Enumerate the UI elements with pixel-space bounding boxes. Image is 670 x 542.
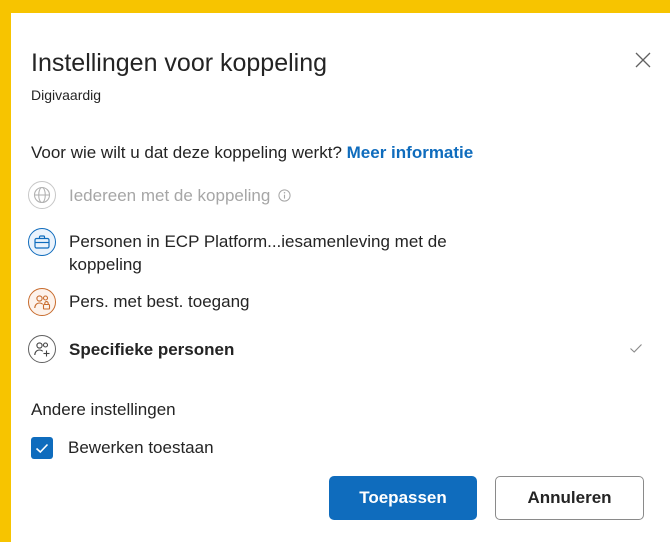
option-everyone-label: Iedereen met de koppeling [69, 186, 271, 205]
globe-icon [28, 181, 56, 209]
more-info-link[interactable]: Meer informatie [347, 143, 474, 162]
option-specific-people[interactable]: Specifieke personen [28, 335, 509, 363]
close-icon [635, 52, 651, 68]
background-window-edge-left [0, 0, 11, 542]
apply-button[interactable]: Toepassen [329, 476, 477, 520]
option-specific-people-label: Specifieke personen [69, 340, 235, 359]
check-icon [35, 443, 49, 454]
dialog-title: Instellingen voor koppeling [31, 49, 328, 77]
option-existing-access-label: Pers. met best. toegang [69, 292, 250, 311]
page-background: Instellingen voor koppeling Digivaardig … [0, 0, 670, 542]
option-organisation[interactable]: Personen in ECP Platform...iesamenleving… [28, 228, 509, 276]
audience-question-text: Voor wie wilt u dat deze koppeling werkt… [31, 143, 342, 162]
option-existing-access[interactable]: Pers. met best. toegang [28, 288, 509, 316]
link-settings-dialog: Instellingen voor koppeling Digivaardig … [11, 13, 670, 542]
background-window-edge [0, 0, 670, 13]
audience-question: Voor wie wilt u dat deze koppeling werkt… [31, 143, 473, 163]
people-add-icon [28, 335, 56, 363]
checkmark-icon [630, 344, 642, 353]
cancel-button[interactable]: Annuleren [495, 476, 644, 520]
dialog-subtitle: Digivaardig [31, 87, 102, 103]
allow-editing-row[interactable]: Bewerken toestaan [31, 437, 214, 459]
people-lock-icon [28, 288, 56, 316]
briefcase-icon [28, 228, 56, 256]
option-everyone: Iedereen met de koppeling [28, 181, 509, 209]
option-organisation-label: Personen in ECP Platform...iesamenleving… [69, 232, 447, 274]
allow-editing-checkbox[interactable] [31, 437, 53, 459]
allow-editing-label: Bewerken toestaan [68, 438, 214, 457]
info-icon[interactable] [278, 189, 291, 202]
other-settings-heading: Andere instellingen [31, 400, 176, 419]
close-button[interactable] [631, 48, 655, 72]
